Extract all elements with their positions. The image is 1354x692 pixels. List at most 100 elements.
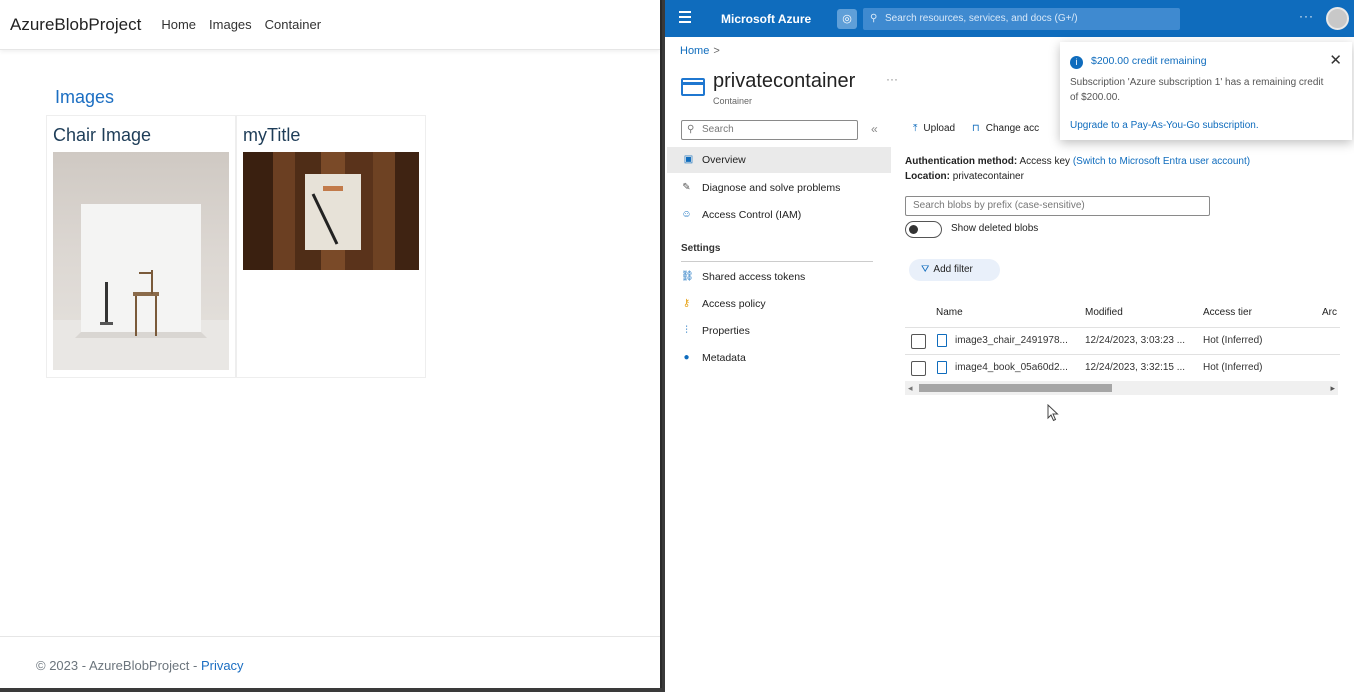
file-icon [937,334,947,347]
nav-home[interactable]: Home [161,17,196,32]
info-icon: i [1070,56,1083,69]
change-access-label: Change acc [985,123,1040,134]
column-header-name[interactable]: Name [936,307,963,318]
blob-access-tier: Hot (Inferred) [1203,335,1263,346]
mouse-cursor-icon [1047,404,1059,422]
container-title: privatecontainer [713,70,856,92]
wrench-icon: ✎ [682,182,691,193]
blob-name-link[interactable]: image4_book_05a60d2... [955,362,1068,373]
auth-method: Authentication method: Access key (Switc… [905,156,1250,167]
card-title: Chair Image [53,125,152,145]
sidebar-item-label: Diagnose and solve problems [702,182,841,194]
blob-search-input[interactable]: Search blobs by prefix (case-sensitive) [905,196,1210,216]
nav-images[interactable]: Images [209,17,252,32]
image-card-book: myTitle [236,115,426,378]
key-icon: ⚷ [682,298,691,309]
overview-icon: ▣ [683,154,694,165]
chair-photo-illustration [53,204,229,370]
location: Location: privatecontainer [905,171,1024,182]
azure-topbar: Microsoft Azure ◎ ⚲ Search resources, se… [665,0,1354,37]
auth-value: Access key [1019,156,1071,167]
container-type: Container [713,96,753,106]
lock-icon: ⊓ [971,123,980,134]
more-icon[interactable]: ··· [1299,9,1314,23]
global-search-input[interactable]: ⚲ Search resources, services, and docs (… [863,8,1180,30]
people-icon: ☺ [681,209,692,220]
brand-link[interactable]: AzureBlobProject [10,15,141,35]
change-access-level-button[interactable]: ⊓ Change acc [972,123,1039,134]
chair-image [53,152,229,370]
column-header-archive[interactable]: Arc [1322,307,1337,318]
avatar[interactable] [1326,7,1349,30]
search-icon: ⚲ [687,124,695,135]
link-icon: ⛓ [681,271,694,282]
column-header-access-tier[interactable]: Access tier [1203,307,1252,318]
table-row[interactable]: image4_book_05a60d2... 12/24/2023, 3:32:… [905,355,1340,382]
sidebar-item-shared-access-tokens[interactable]: ⛓ Shared access tokens [665,264,889,290]
sidebar-search-placeholder: Search [702,124,734,135]
properties-icon: ⫶ [685,325,688,336]
blob-name-link[interactable]: image3_chair_2491978... [955,335,1068,346]
breadcrumb: Home > [680,45,720,57]
global-search-placeholder: Search resources, services, and docs (G+… [885,13,1078,24]
location-label: Location: [905,171,950,182]
sidebar-search-input[interactable]: ⚲ Search [681,120,858,140]
table-row[interactable]: image3_chair_2491978... 12/24/2023, 3:03… [905,328,1340,355]
book-image [243,152,419,270]
row-checkbox[interactable] [911,361,926,376]
webapp-window: AzureBlobProject Home Images Container I… [0,0,662,688]
breadcrumb-home[interactable]: Home [680,45,709,57]
sidebar-item-overview[interactable]: ▣ Overview [667,147,891,173]
webapp-footer: © 2023 - AzureBlobProject - Privacy [0,636,660,688]
location-value: privatecontainer [952,171,1024,182]
azure-portal-window: Microsoft Azure ◎ ⚲ Search resources, se… [665,0,1354,692]
breadcrumb-separator: > [713,45,720,57]
sidebar-item-label: Access policy [702,298,766,310]
notification-title: $200.00 credit remaining [1091,55,1207,67]
sidebar-item-label: Metadata [702,352,746,364]
column-header-modified[interactable]: Modified [1085,307,1123,318]
menu-icon[interactable] [679,11,691,26]
upload-label: Upload [923,123,956,134]
command-bar: ⤒ Upload ⊓ Change acc [913,123,1053,134]
azure-title[interactable]: Microsoft Azure [721,12,811,26]
switch-auth-link[interactable]: (Switch to Microsoft Entra user account) [1073,156,1250,167]
upload-button[interactable]: ⤒ Upload [913,123,955,134]
row-checkbox[interactable] [911,334,926,349]
show-deleted-label: Show deleted blobs [951,223,1039,234]
blob-modified: 12/24/2023, 3:03:23 ... [1085,335,1186,346]
blob-modified: 12/24/2023, 3:32:15 ... [1085,362,1186,373]
close-icon[interactable]: ✕ [1329,51,1342,69]
sidebar-item-access-policy[interactable]: ⚷ Access policy [665,291,889,317]
sidebar-item-iam[interactable]: ☺ Access Control (IAM) [665,202,889,228]
container-more-icon[interactable]: ··· [886,72,898,86]
nav-container[interactable]: Container [265,17,321,32]
scrollbar-thumb[interactable] [919,384,1112,392]
add-filter-button[interactable]: ⛛ Add filter [909,259,1000,281]
book-photo-illustration [243,152,419,270]
container-icon [681,78,705,96]
sidebar-item-properties[interactable]: ⫶ Properties [665,318,889,344]
upgrade-link[interactable]: Upgrade to a Pay-As-You-Go subscription. [1070,120,1259,131]
credit-notification: i $200.00 credit remaining ✕ Subscriptio… [1060,42,1352,140]
search-icon: ⚲ [870,13,878,24]
copilot-icon[interactable]: ◎ [837,9,857,29]
info-icon: ● [683,352,690,363]
filter-icon: ⛛ [921,264,930,275]
show-deleted-toggle[interactable] [905,221,942,238]
sidebar-item-label: Access Control (IAM) [702,209,802,221]
sidebar-item-diagnose[interactable]: ✎ Diagnose and solve problems [665,175,889,201]
footer-text: © 2023 - AzureBlobProject - [36,658,201,673]
horizontal-scrollbar[interactable]: ◂ ▸ [905,381,1338,395]
collapse-sidebar-icon[interactable]: « [871,122,878,136]
scroll-right-icon[interactable]: ▸ [1330,381,1335,395]
scroll-left-icon[interactable]: ◂ [908,381,913,395]
privacy-link[interactable]: Privacy [201,658,244,673]
screen: AzureBlobProject Home Images Container I… [0,0,1354,692]
image-card-chair: Chair Image [46,115,236,378]
sidebar-settings-header: Settings [681,243,721,254]
sidebar-item-metadata[interactable]: ● Metadata [665,345,889,371]
notification-body: Subscription 'Azure subscription 1' has … [1070,77,1324,103]
sidebar-divider [681,261,873,262]
card-title: myTitle [243,125,301,145]
